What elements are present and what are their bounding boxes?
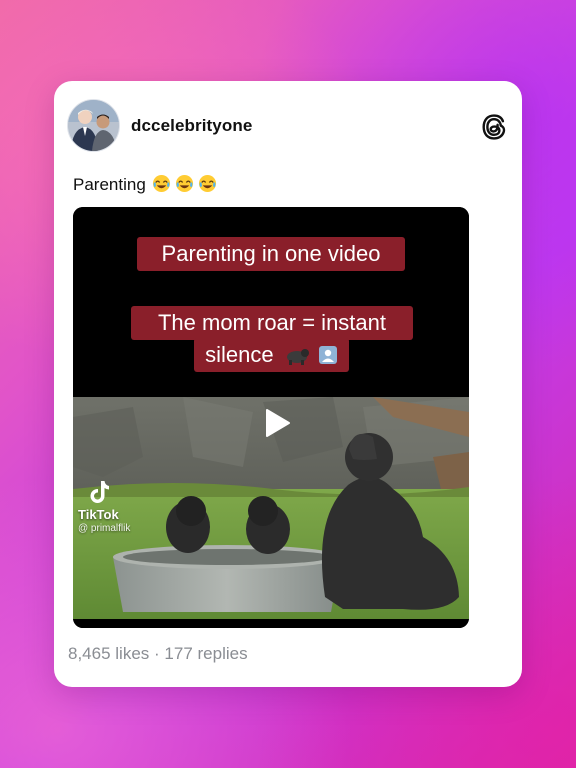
tears-of-joy-emoji-icon bbox=[175, 174, 193, 193]
video-progress-area bbox=[73, 619, 469, 628]
caption-emojis bbox=[152, 174, 221, 194]
tiktok-icon bbox=[90, 481, 109, 503]
tiktok-watermark: TikTok @ primalflik bbox=[78, 479, 130, 534]
threads-logo-icon[interactable] bbox=[481, 113, 507, 141]
post-stats: 8,465 likes · 177 replies bbox=[68, 644, 248, 664]
overlay-line-2: The mom roar = instant bbox=[131, 306, 413, 340]
replies-count[interactable]: 177 replies bbox=[164, 644, 247, 663]
username[interactable]: dccelebrityone bbox=[131, 116, 252, 136]
tears-of-joy-emoji-icon bbox=[152, 174, 170, 193]
likes-count[interactable]: 8,465 likes bbox=[68, 644, 149, 663]
overlay-line-3-text: silence bbox=[205, 342, 274, 367]
overlay-line-3: silence bbox=[194, 338, 349, 372]
post-caption: Parenting bbox=[73, 174, 221, 195]
avatar[interactable] bbox=[67, 99, 120, 152]
video-player[interactable]: Parenting in one video The mom roar = in… bbox=[73, 207, 469, 628]
play-icon[interactable] bbox=[259, 406, 293, 440]
video-text-overlay: Parenting in one video The mom roar = in… bbox=[73, 207, 469, 397]
tiktok-handle: @ primalflik bbox=[78, 523, 131, 534]
stats-separator: · bbox=[154, 644, 160, 663]
post-card: dccelebrityone Parenting Parenting in on… bbox=[54, 81, 522, 687]
avatar-photo bbox=[68, 100, 119, 151]
person-frame-icon bbox=[318, 346, 337, 364]
caption-text: Parenting bbox=[73, 175, 146, 194]
tears-of-joy-emoji-icon bbox=[198, 174, 216, 193]
overlay-line-1: Parenting in one video bbox=[137, 237, 405, 271]
tiktok-brand: TikTok bbox=[78, 507, 119, 522]
gorilla-icon bbox=[286, 349, 309, 365]
